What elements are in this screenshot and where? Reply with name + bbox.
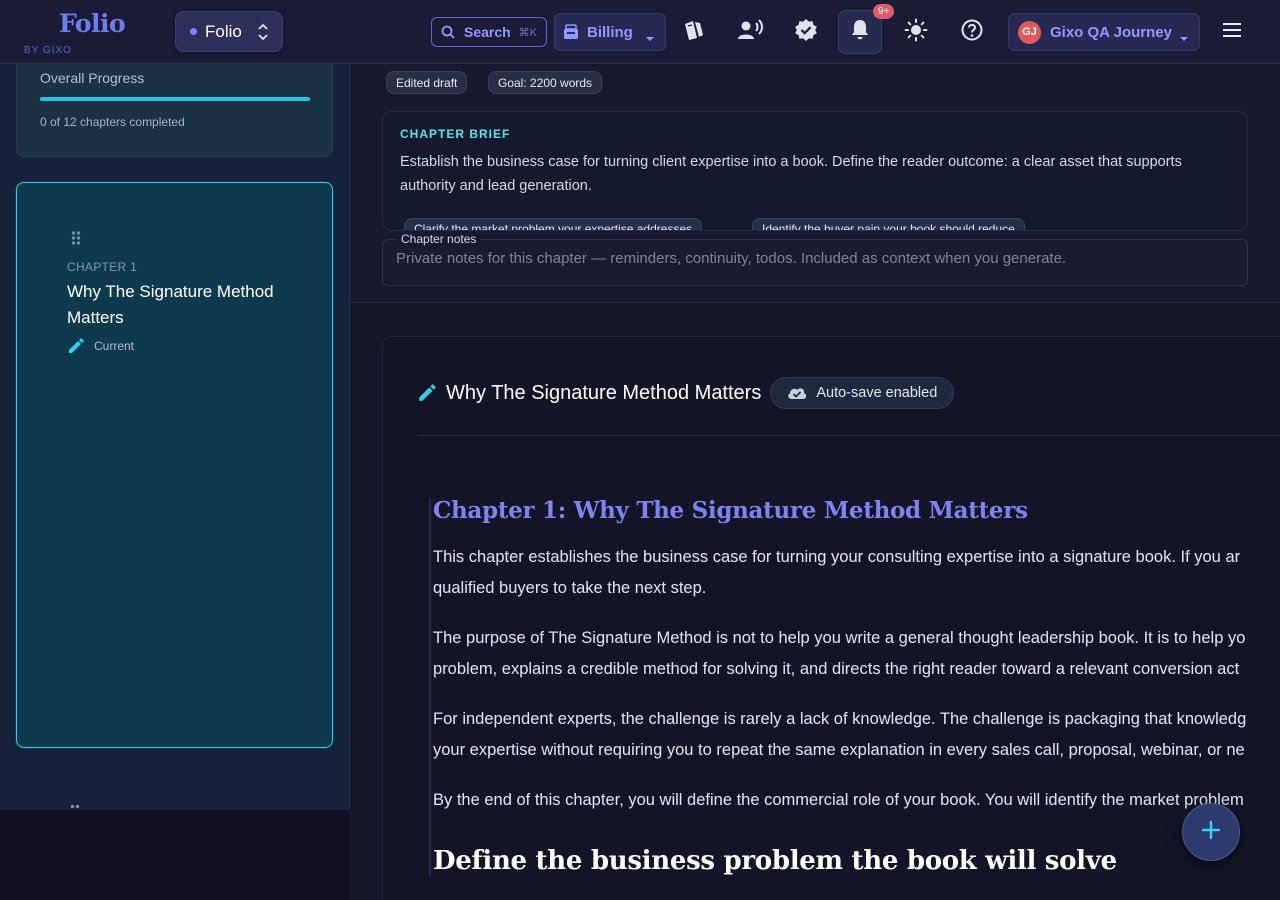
cards-button[interactable] (672, 10, 716, 54)
chapter-sidebar: Overall Progress 0 of 12 chapters comple… (0, 64, 350, 810)
search-label: Search (464, 24, 511, 40)
notifications-badge: 9+ (873, 4, 895, 19)
top-bar: Folio BY GIXO Folio Search ⌘K Billing 9+… (0, 0, 1280, 64)
app-logo-subtitle: BY GIXO (24, 45, 72, 56)
cloud-check-icon (787, 386, 807, 400)
notifications-button[interactable]: 9+ (838, 4, 895, 54)
document-paragraph: This chapter establishes the business ca… (433, 548, 1241, 597)
voice-button[interactable] (728, 10, 772, 54)
workspace-switcher[interactable]: Folio (175, 11, 283, 52)
document-editor[interactable]: Chapter 1: Why The Signature Method Matt… (429, 497, 1280, 876)
editor-card: Why The Signature Method Matters Auto-sa… (382, 336, 1280, 900)
status-tag: Edited draft (386, 71, 468, 94)
caret-down-icon (1179, 29, 1189, 47)
menu-icon (1222, 22, 1242, 43)
add-button[interactable] (1182, 803, 1240, 861)
search-button[interactable]: Search ⌘K (431, 17, 547, 47)
progress-title: Overall Progress (40, 70, 145, 86)
verified-icon (794, 18, 818, 47)
document-subheading: Define the business problem the book wil… (433, 846, 1117, 876)
document-paragraph: By the end of this chapter, you will def… (433, 791, 1244, 809)
chapter-info-panel: Edited draft Goal: 2200 words CHAPTER BR… (350, 64, 1280, 303)
sidebar-footer-area (0, 810, 382, 900)
help-icon (961, 19, 983, 46)
chapter-brief-text: Establish the business case for turning … (400, 154, 1182, 194)
pencil-icon (67, 337, 85, 355)
chapter-notes-field: Chapter notes (382, 232, 1248, 286)
cards-icon (682, 19, 706, 46)
sun-icon (904, 18, 928, 47)
brief-objective-chip: Clarify the market problem your expertis… (404, 218, 703, 230)
goal-tag: Goal: 2200 words (488, 71, 603, 94)
search-icon (441, 25, 455, 39)
drag-icon[interactable] (71, 231, 81, 245)
document-heading: Chapter 1: Why The Signature Method Matt… (433, 497, 1028, 524)
chapter-brief-card: CHAPTER BRIEF Establish the business cas… (382, 111, 1248, 231)
caret-down-icon (645, 29, 655, 46)
avatar: GJ (1018, 20, 1041, 44)
app-logo[interactable]: Folio (59, 9, 126, 38)
editor-header: Why The Signature Method Matters Auto-sa… (417, 377, 955, 409)
user-name: Gixo QA Journey (1050, 23, 1172, 41)
overall-progress-card: Overall Progress 0 of 12 chapters comple… (16, 64, 333, 157)
plus-icon (1201, 820, 1221, 845)
pencil-icon (417, 383, 437, 403)
progress-bar (40, 97, 310, 101)
verified-button[interactable] (784, 10, 828, 54)
theme-toggle-button[interactable] (894, 10, 938, 54)
bell-icon (850, 19, 870, 46)
progress-summary: 0 of 12 chapters completed (40, 115, 185, 129)
document-paragraph: For independent experts, the challenge i… (433, 710, 1247, 759)
help-button[interactable] (950, 10, 994, 54)
voice-icon (737, 18, 763, 46)
main-menu-button[interactable] (1216, 16, 1248, 48)
billing-label: Billing (587, 23, 633, 41)
user-menu-button[interactable]: GJ Gixo QA Journey (1008, 13, 1200, 51)
chapter-card[interactable]: CHAPTER 1 Why The Signature Method Matte… (16, 182, 333, 748)
chapter-number: CHAPTER 1 (67, 260, 138, 274)
main-content: Edited draft Goal: 2200 words CHAPTER BR… (350, 64, 1280, 900)
workspace-dot (190, 28, 197, 35)
search-shortcut: ⌘K (518, 26, 537, 39)
chapter-notes-input[interactable] (396, 250, 1236, 267)
autosave-badge: Auto-save enabled (770, 377, 955, 409)
editor-divider (417, 435, 1280, 436)
chapter-title: Why The Signature Method Matters (67, 282, 274, 327)
chevron-up-down-icon (258, 23, 268, 46)
progress-bar-fill (40, 97, 310, 101)
billing-icon (562, 23, 580, 41)
editor-title: Why The Signature Method Matters (446, 381, 762, 404)
brief-objective-chip: Identify the buyer pain your book should… (752, 218, 1025, 230)
chapter-status-label: Current (94, 339, 135, 353)
autosave-label: Auto-save enabled (816, 385, 938, 401)
chapter-brief-label: CHAPTER BRIEF (400, 127, 511, 141)
document-paragraph: The purpose of The Signature Method is n… (433, 629, 1246, 678)
billing-button[interactable]: Billing (554, 13, 666, 51)
workspace-name: Folio (205, 21, 242, 41)
chapter-status: Current (67, 337, 134, 355)
chapter-notes-label: Chapter notes (397, 232, 481, 246)
